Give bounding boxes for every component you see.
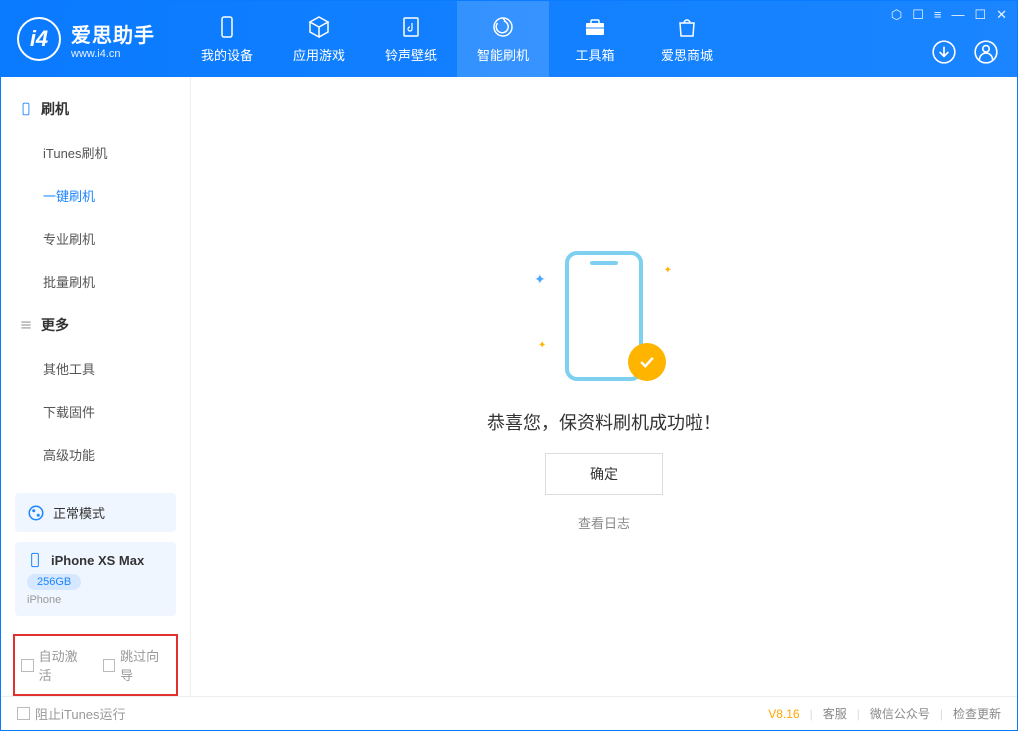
nav-tabs: 我的设备 应用游戏 铃声壁纸 智能刷机 工具箱 爱思商城 — [181, 1, 733, 77]
nav-tab-device[interactable]: 我的设备 — [181, 1, 273, 77]
view-log-link[interactable]: 查看日志 — [578, 513, 630, 532]
device-card[interactable]: iPhone XS Max 256GB iPhone — [15, 542, 176, 616]
footer-right: V8.16 | 客服 | 微信公众号 | 检查更新 — [768, 705, 1001, 722]
refresh-icon — [491, 15, 515, 39]
device-type: iPhone — [27, 594, 164, 606]
logo-text: 爱思助手 www.i4.cn — [71, 19, 155, 60]
app-window: i4 爱思助手 www.i4.cn 我的设备 应用游戏 铃声壁纸 智能刷机 — [0, 0, 1018, 731]
flash-options-highlighted: 自动激活 跳过向导 — [13, 634, 178, 696]
checkbox-icon — [103, 659, 116, 672]
device-icon — [27, 552, 43, 568]
logo-icon: i4 — [17, 17, 61, 61]
close-button[interactable]: ✕ — [996, 7, 1007, 23]
sidebar-group-more[interactable]: 更多 — [1, 303, 190, 347]
version-label: V8.16 — [768, 707, 799, 721]
user-icon[interactable] — [973, 39, 999, 65]
mode-icon — [27, 504, 45, 522]
footer-link-update[interactable]: 检查更新 — [953, 705, 1001, 722]
sparkle-icon: ✦ — [538, 340, 546, 351]
nav-tab-ringtones[interactable]: 铃声壁纸 — [365, 1, 457, 77]
sidebar-item-other-tools[interactable]: 其他工具 — [1, 347, 190, 390]
storage-badge: 256GB — [27, 574, 81, 590]
menu-icon — [19, 318, 33, 332]
sparkle-icon: ✦ — [534, 271, 546, 288]
sidebar-nav: 刷机 iTunes刷机 一键刷机 专业刷机 批量刷机 更多 其他工具 下载固件 … — [1, 77, 190, 483]
sidebar-group-flash[interactable]: 刷机 — [1, 87, 190, 131]
window-controls: ⬡ ☐ ≡ — ☐ ✕ — [891, 7, 1007, 23]
checkbox-skip-guide[interactable]: 跳过向导 — [103, 646, 171, 684]
sparkle-icon: ✦ — [664, 265, 672, 276]
app-subtitle: www.i4.cn — [71, 48, 155, 60]
nav-tab-store[interactable]: 爱思商城 — [641, 1, 733, 77]
footer-link-support[interactable]: 客服 — [823, 705, 847, 722]
confirm-button[interactable]: 确定 — [545, 453, 663, 495]
nav-tab-label: 爱思商城 — [661, 45, 713, 64]
nav-tab-toolbox[interactable]: 工具箱 — [549, 1, 641, 77]
nav-tab-label: 铃声壁纸 — [385, 45, 437, 64]
sidebar-group-label: 更多 — [41, 315, 69, 335]
device-icon — [215, 15, 239, 39]
success-message: 恭喜您，保资料刷机成功啦！ — [487, 409, 721, 435]
device-name: iPhone XS Max — [51, 553, 144, 568]
sidebar-item-advanced[interactable]: 高级功能 — [1, 433, 190, 476]
nav-tab-label: 智能刷机 — [477, 45, 529, 64]
sidebar-item-batch-flash[interactable]: 批量刷机 — [1, 260, 190, 303]
logo-area: i4 爱思助手 www.i4.cn — [1, 17, 171, 61]
bag-icon — [675, 15, 699, 39]
menu-icon[interactable]: ≡ — [934, 7, 942, 23]
checkbox-label: 阻止iTunes运行 — [35, 704, 126, 723]
music-icon — [399, 15, 423, 39]
sidebar-group-label: 刷机 — [41, 99, 69, 119]
main-content: ✦ ✦ ✦ 恭喜您，保资料刷机成功啦！ 确定 查看日志 — [191, 77, 1017, 696]
nav-tab-label: 工具箱 — [575, 45, 614, 64]
feedback-icon[interactable]: ☐ — [912, 7, 924, 23]
body: 刷机 iTunes刷机 一键刷机 专业刷机 批量刷机 更多 其他工具 下载固件 … — [1, 77, 1017, 696]
sidebar-item-oneclick-flash[interactable]: 一键刷机 — [1, 174, 190, 217]
nav-tab-apps[interactable]: 应用游戏 — [273, 1, 365, 77]
footer-left: 阻止iTunes运行 — [17, 704, 126, 723]
checkbox-icon — [21, 659, 34, 672]
app-title: 爱思助手 — [71, 19, 155, 48]
cube-icon — [307, 15, 331, 39]
phone-icon — [19, 102, 33, 116]
shirt-icon[interactable]: ⬡ — [891, 7, 902, 23]
checkbox-block-itunes[interactable]: 阻止iTunes运行 — [17, 704, 126, 723]
checkbox-label: 自动激活 — [39, 646, 89, 684]
checkbox-label: 跳过向导 — [120, 646, 170, 684]
footer-link-wechat[interactable]: 微信公众号 — [870, 705, 930, 722]
success-graphic: ✦ ✦ ✦ — [534, 241, 674, 391]
minimize-button[interactable]: — — [951, 7, 964, 23]
mode-card[interactable]: 正常模式 — [15, 493, 176, 532]
nav-tab-label: 我的设备 — [201, 45, 253, 64]
device-name-row: iPhone XS Max — [27, 552, 164, 568]
device-panel: 正常模式 iPhone XS Max 256GB iPhone — [1, 483, 190, 626]
footer: 阻止iTunes运行 V8.16 | 客服 | 微信公众号 | 检查更新 — [1, 696, 1017, 730]
header: i4 爱思助手 www.i4.cn 我的设备 应用游戏 铃声壁纸 智能刷机 — [1, 1, 1017, 77]
download-icon[interactable] — [931, 39, 957, 65]
nav-tab-label: 应用游戏 — [293, 45, 345, 64]
check-badge-icon — [628, 343, 666, 381]
sidebar-item-pro-flash[interactable]: 专业刷机 — [1, 217, 190, 260]
maximize-button[interactable]: ☐ — [974, 7, 986, 23]
mode-label: 正常模式 — [53, 503, 105, 522]
header-actions — [931, 39, 999, 65]
nav-tab-flash[interactable]: 智能刷机 — [457, 1, 549, 77]
checkbox-icon — [17, 707, 30, 720]
sidebar: 刷机 iTunes刷机 一键刷机 专业刷机 批量刷机 更多 其他工具 下载固件 … — [1, 77, 191, 696]
sidebar-item-itunes-flash[interactable]: iTunes刷机 — [1, 131, 190, 174]
checkbox-auto-activate[interactable]: 自动激活 — [21, 646, 89, 684]
sidebar-item-download-firmware[interactable]: 下载固件 — [1, 390, 190, 433]
toolbox-icon — [583, 15, 607, 39]
